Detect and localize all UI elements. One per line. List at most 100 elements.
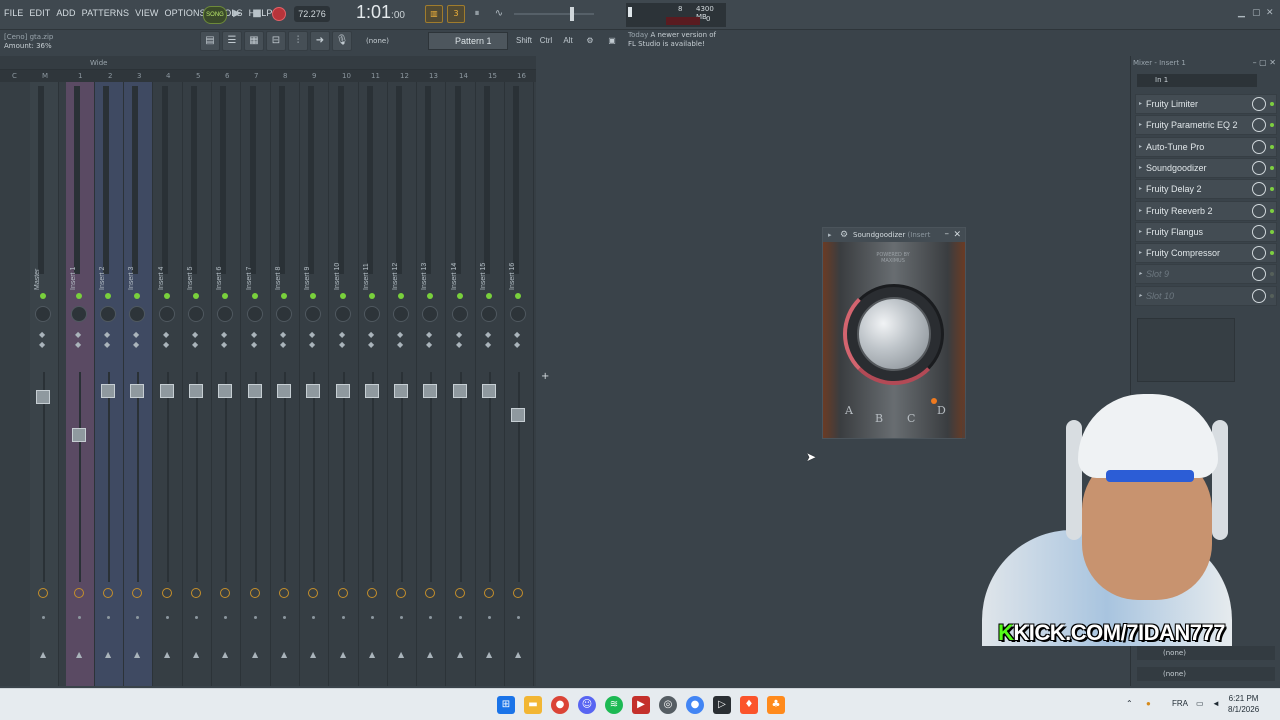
strip-label[interactable]: Insert 9	[304, 250, 318, 290]
strip-label[interactable]: Insert 10	[334, 250, 348, 290]
stereo-separation-icon[interactable]: ◆ ◆	[221, 330, 227, 350]
gear-icon[interactable]: ⚙	[840, 228, 848, 242]
mixer-strip-insert-13[interactable]: Insert 13 ◆ ◆ ▲	[417, 82, 446, 686]
route-knob[interactable]	[132, 588, 142, 598]
volume-fader[interactable]	[218, 384, 232, 398]
strip-label[interactable]: Insert 4	[158, 250, 172, 290]
chrome-icon[interactable]: ●	[551, 696, 569, 714]
strip-label[interactable]: Insert 11	[363, 250, 377, 290]
brave-icon[interactable]: ♦	[740, 696, 758, 714]
piano-roll-icon[interactable]: ▦	[244, 31, 264, 51]
mixer-strip-insert-16[interactable]: Insert 16 ◆ ◆ ▲	[505, 82, 534, 686]
volume-fader[interactable]	[482, 384, 496, 398]
menu-file[interactable]: FILE	[4, 8, 23, 18]
slot-mix-knob[interactable]	[1252, 160, 1266, 175]
stereo-separation-icon[interactable]: ◆ ◆	[133, 330, 139, 350]
effect-slot-3[interactable]: ▸ Auto-Tune Pro	[1135, 136, 1277, 157]
effect-slot-8[interactable]: ▸ Fruity Compressor	[1135, 243, 1277, 264]
route-knob[interactable]	[220, 588, 230, 598]
route-arrow-icon[interactable]: ▲	[76, 650, 82, 659]
loop-record-icon[interactable]: ∿	[491, 6, 507, 22]
slot-arrow-icon[interactable]: ▸	[1139, 202, 1142, 220]
strip-enable-led[interactable]	[486, 293, 492, 299]
close-icon[interactable]: ✕	[1266, 8, 1274, 18]
plugin-picker-icon[interactable]: ➜	[310, 31, 330, 51]
stereo-separation-icon[interactable]: ◆ ◆	[309, 330, 315, 350]
stereo-separation-icon[interactable]: ◆ ◆	[339, 330, 345, 350]
maximize-icon[interactable]: ▢	[1252, 8, 1261, 18]
tempo-display[interactable]: 72.276	[294, 6, 330, 22]
volume-fader[interactable]	[511, 408, 525, 422]
slot-enable-led[interactable]	[1270, 293, 1274, 298]
route-knob[interactable]	[455, 588, 465, 598]
mode-a-button[interactable]: A	[845, 404, 853, 417]
route-dot[interactable]	[342, 616, 345, 619]
slot-arrow-icon[interactable]: ▸	[1139, 159, 1142, 177]
strip-label[interactable]: Insert 3	[128, 250, 142, 290]
add-insert-icon[interactable]: +	[541, 371, 549, 382]
mixer-strip-master[interactable]: Master ◆ ◆ ▲	[30, 82, 59, 686]
mixer-strip-insert-4[interactable]: Insert 4 ◆ ◆ ▲	[154, 82, 183, 686]
route-dot[interactable]	[517, 616, 520, 619]
route-arrow-icon[interactable]: ▲	[164, 650, 170, 659]
route-knob[interactable]	[250, 588, 260, 598]
pan-knob[interactable]	[481, 306, 497, 322]
pan-knob[interactable]	[247, 306, 263, 322]
slot-mix-knob[interactable]	[1252, 182, 1266, 197]
mixer-strip-insert-8[interactable]: Insert 8 ◆ ◆ ▲	[271, 82, 300, 686]
effect-slot-4[interactable]: ▸ Soundgoodizer	[1135, 157, 1277, 178]
slot-mix-knob[interactable]	[1252, 118, 1266, 133]
strip-label[interactable]: Insert 5	[187, 250, 201, 290]
pan-knob[interactable]	[71, 306, 87, 322]
route-knob[interactable]	[279, 588, 289, 598]
shift-key-button[interactable]: Shift	[514, 32, 534, 50]
strip-label[interactable]: Insert 8	[275, 250, 289, 290]
news-panel[interactable]: Today A newer version of FL Studio is av…	[628, 31, 716, 49]
chrome-alt-icon[interactable]: ●	[686, 696, 704, 714]
windows-start-icon[interactable]: ⊞	[497, 696, 515, 714]
mixer-strip-insert-12[interactable]: Insert 12 ◆ ◆ ▲	[388, 82, 417, 686]
volume-fader[interactable]	[248, 384, 262, 398]
plugin-close-icon[interactable]: ✕	[953, 228, 961, 242]
slot-enable-led[interactable]	[1270, 208, 1274, 213]
strip-label[interactable]: Insert 7	[246, 250, 260, 290]
typing-keyboard-icon[interactable]: ⚙	[580, 32, 600, 50]
slot-enable-led[interactable]	[1270, 229, 1274, 234]
stereo-separation-icon[interactable]: ◆ ◆	[75, 330, 81, 350]
route-dot[interactable]	[488, 616, 491, 619]
route-arrow-icon[interactable]: ▲	[457, 650, 463, 659]
input-selector[interactable]: In 1	[1137, 74, 1257, 87]
slot-enable-led[interactable]	[1270, 272, 1274, 277]
pan-knob[interactable]	[188, 306, 204, 322]
stereo-separation-icon[interactable]: ◆ ◆	[368, 330, 374, 350]
mixer-strip-insert-11[interactable]: Insert 11 ◆ ◆ ▲	[359, 82, 388, 686]
stereo-separation-icon[interactable]: ◆ ◆	[163, 330, 169, 350]
route-dot[interactable]	[312, 616, 315, 619]
wait-icon[interactable]: ⏸	[469, 6, 485, 22]
slot-enable-led[interactable]	[1270, 165, 1274, 170]
route-dot[interactable]	[224, 616, 227, 619]
route-knob[interactable]	[396, 588, 406, 598]
stereo-separation-icon[interactable]: ◆ ◆	[397, 330, 403, 350]
mixer-strip-insert-9[interactable]: Insert 9 ◆ ◆ ▲	[300, 82, 329, 686]
alt-key-button[interactable]: Alt	[558, 32, 578, 50]
metronome-icon[interactable]: ▥	[425, 5, 443, 23]
channel-rack-icon[interactable]: ☰	[222, 31, 242, 51]
playlist-icon[interactable]: ▤	[200, 31, 220, 51]
volume-fader[interactable]	[306, 384, 320, 398]
pan-knob[interactable]	[100, 306, 116, 322]
strip-enable-led[interactable]	[515, 293, 521, 299]
insert-eq-area[interactable]	[1137, 318, 1235, 382]
mode-c-button[interactable]: C	[907, 412, 915, 425]
stereo-separation-icon[interactable]: ◆ ◆	[514, 330, 520, 350]
plugin-minimize-icon[interactable]: –	[945, 227, 950, 241]
route-knob[interactable]	[513, 588, 523, 598]
pan-knob[interactable]	[276, 306, 292, 322]
route-knob[interactable]	[308, 588, 318, 598]
route-arrow-icon[interactable]: ▲	[340, 650, 346, 659]
route-knob[interactable]	[338, 588, 348, 598]
effect-slot-2[interactable]: ▸ Fruity Parametric EQ 2	[1135, 115, 1277, 136]
countdown-icon[interactable]: 3	[447, 5, 465, 23]
volume-fader[interactable]	[36, 390, 50, 404]
route-dot[interactable]	[371, 616, 374, 619]
